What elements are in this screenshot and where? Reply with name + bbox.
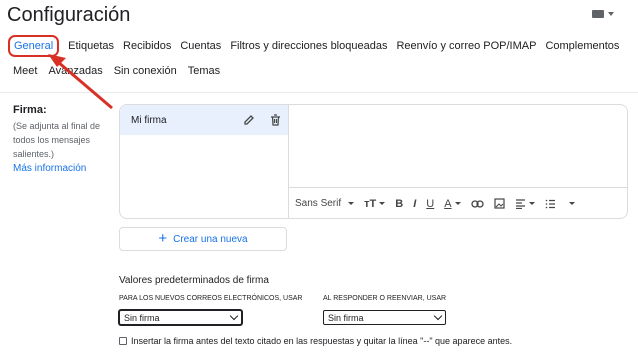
annotation-arrow-icon [48,54,113,110]
